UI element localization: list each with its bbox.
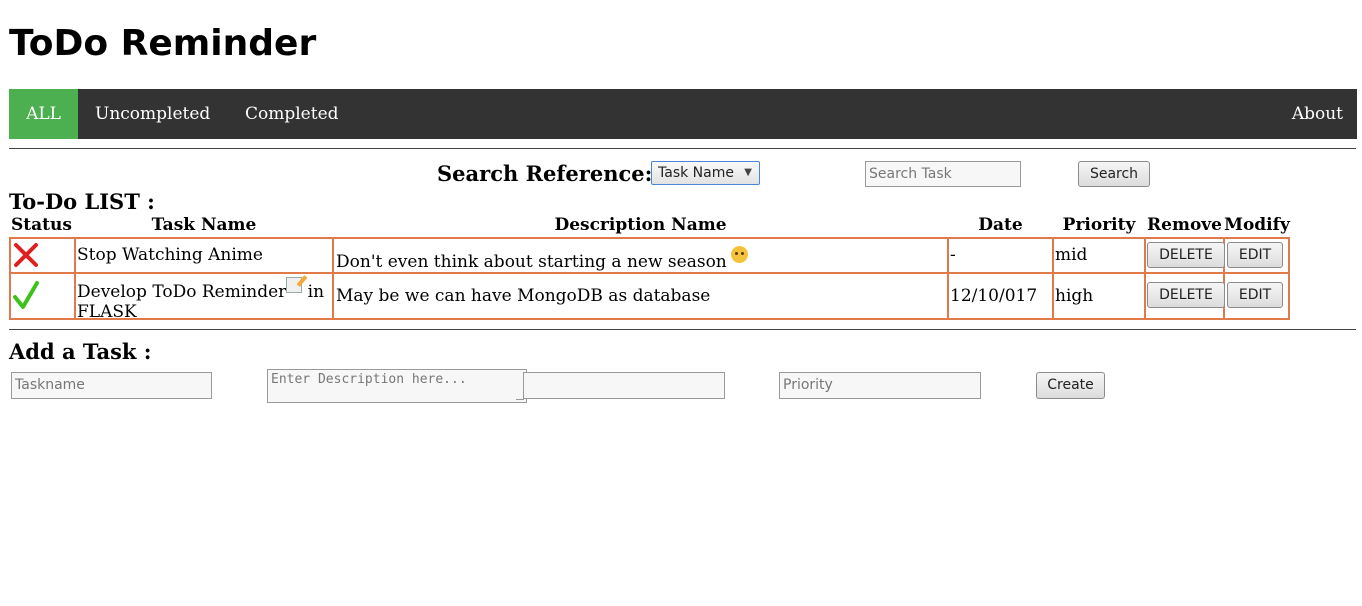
task-name-part: in: [302, 282, 325, 302]
column-divider: [74, 237, 76, 320]
column-header-task-name: Task Name: [151, 215, 257, 235]
red-cross-icon: [14, 243, 38, 267]
delete-button[interactable]: DELETE: [1147, 242, 1225, 268]
todo-page: ToDo Reminder ALL Uncompleted Completed …: [0, 0, 1362, 606]
nav-bar: ALL Uncompleted Completed About: [9, 89, 1357, 139]
search-reference-select[interactable]: Task Name ▼: [651, 161, 760, 185]
column-header-remove: Remove: [1147, 215, 1222, 235]
divider: [9, 329, 1356, 330]
task-description: Don't even think about starting a new se…: [336, 246, 748, 272]
divider: [9, 148, 1356, 149]
date-input[interactable]: [523, 372, 725, 399]
nav-item-uncompleted[interactable]: Uncompleted: [95, 89, 210, 139]
task-priority: mid: [1055, 245, 1088, 265]
nav-item-about[interactable]: About: [1292, 89, 1343, 139]
create-button[interactable]: Create: [1036, 372, 1105, 399]
nav-item-all[interactable]: ALL: [9, 89, 78, 139]
add-task-title: Add a Task :: [9, 339, 152, 364]
search-button[interactable]: Search: [1078, 161, 1150, 187]
description-placeholder: Enter Description here...: [271, 372, 467, 387]
search-reference-label: Search Reference:: [437, 161, 653, 186]
column-divider: [1052, 237, 1054, 320]
column-header-modify: Modify: [1224, 215, 1290, 235]
todo-list-title: To-Do LIST :: [9, 189, 155, 214]
task-priority: high: [1055, 286, 1094, 306]
delete-button[interactable]: DELETE: [1147, 282, 1225, 308]
task-name-part: FLASK: [77, 302, 137, 322]
task-name-part: Develop ToDo Reminder: [77, 282, 287, 302]
column-header-priority: Priority: [1062, 215, 1136, 235]
edit-button[interactable]: EDIT: [1227, 242, 1283, 268]
column-divider: [332, 237, 334, 320]
task-name: Stop Watching Anime: [77, 245, 263, 265]
column-header-description: Description Name: [554, 215, 727, 235]
taskname-input[interactable]: Taskname: [11, 372, 212, 399]
column-header-date: Date: [978, 215, 1023, 235]
app-title: ToDo Reminder: [9, 23, 317, 64]
column-divider: [947, 237, 949, 320]
search-reference-value: Task Name: [658, 165, 734, 181]
nav-item-completed[interactable]: Completed: [245, 89, 339, 139]
task-name: Develop ToDo Reminder in FLASK: [77, 277, 331, 322]
task-description: May be we can have MongoDB as database: [336, 286, 711, 306]
task-date: 12/10/017: [950, 286, 1038, 306]
angry-face-icon: [730, 246, 748, 263]
green-check-icon: [13, 281, 39, 309]
search-input[interactable]: Search Task: [865, 161, 1021, 187]
edit-button[interactable]: EDIT: [1227, 282, 1283, 308]
column-header-status: Status: [11, 215, 72, 235]
priority-input[interactable]: Priority: [779, 372, 981, 399]
task-date: -: [950, 245, 956, 265]
memo-icon: [286, 277, 303, 293]
task-description-text: Don't even think about starting a new se…: [336, 252, 727, 272]
column-divider: [1144, 237, 1146, 320]
description-textarea[interactable]: Enter Description here...: [267, 369, 527, 403]
chevron-down-icon: ▼: [744, 167, 752, 178]
